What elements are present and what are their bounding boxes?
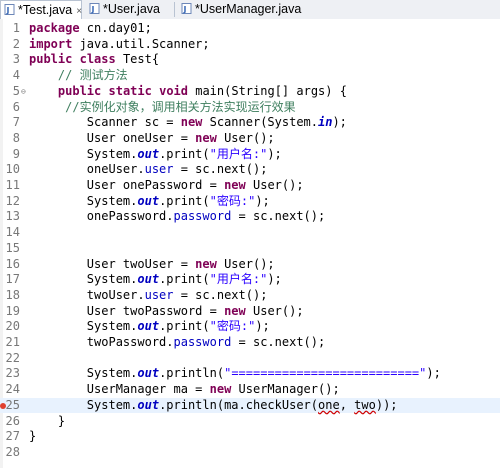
java-file-icon: J <box>4 2 15 15</box>
code-line[interactable]: 26 } <box>0 414 500 430</box>
code-line[interactable]: 18 twoUser.user = sc.next(); <box>0 288 500 304</box>
code-line[interactable]: 22 <box>0 351 500 367</box>
tab-divider <box>174 2 175 17</box>
code-line[interactable]: 15 <box>0 241 500 257</box>
fold-toggle-icon[interactable]: ⊖ <box>21 87 28 95</box>
line-number: 26 <box>5 413 20 428</box>
code-line[interactable]: 12 System.out.print("密码:"); <box>0 194 500 210</box>
code-text: oneUser.user = sc.next(); <box>29 162 268 177</box>
line-number: 8 <box>12 130 20 145</box>
code-line[interactable]: 6 //实例化对象，调用相关方法实现运行效果 <box>0 100 500 116</box>
code-text: twoPassword.password = sc.next(); <box>29 335 326 349</box>
java-file-icon: J <box>89 1 100 14</box>
code-line[interactable]: 23 System.out.println("=================… <box>0 366 500 382</box>
line-number: 18 <box>5 287 20 302</box>
svg-text:J: J <box>183 5 187 14</box>
code-line[interactable]: 21 twoPassword.password = sc.next(); <box>0 335 500 351</box>
code-line[interactable]: 25 System.out.println(ma.checkUser(one, … <box>0 397 500 414</box>
line-number: 6 <box>12 99 20 114</box>
code-line[interactable]: 3 public class Test{ <box>0 52 500 68</box>
line-number: 9 <box>12 146 20 161</box>
code-text: import java.util.Scanner; <box>29 36 210 51</box>
line-number: 20 <box>5 319 20 334</box>
code-line[interactable]: 17 System.out.print("用户名:"); <box>0 272 500 288</box>
line-number: 19 <box>5 303 20 318</box>
svg-text:J: J <box>91 5 95 14</box>
line-number: 22 <box>5 350 20 365</box>
error-marker-icon[interactable] <box>0 402 6 409</box>
tab-label: *Test.java <box>18 3 73 17</box>
code-text: onePassword.password = sc.next(); <box>29 209 326 224</box>
svg-text:J: J <box>6 6 10 15</box>
code-text: //实例化对象，调用相关方法实现运行效果 <box>65 99 296 114</box>
code-line[interactable]: 24 UserManager ma = new UserManager(); <box>0 382 500 398</box>
code-text: System.out.print("用户名:"); <box>29 146 282 161</box>
line-number: 12 <box>5 193 20 208</box>
code-text: System.out.println("====================… <box>29 366 441 381</box>
code-text: public static void main(String[] args) { <box>57 83 347 98</box>
code-text: Scanner sc = new Scanner(System.in); <box>29 115 347 130</box>
code-line[interactable]: 2 import java.util.Scanner; <box>0 37 500 53</box>
line-number: 2 <box>12 36 20 51</box>
code-line[interactable]: 14 <box>0 225 500 241</box>
code-line[interactable]: 10 oneUser.user = sc.next(); <box>0 162 500 178</box>
code-line[interactable]: 1 package cn.day01; <box>0 21 500 37</box>
code-text: System.out.println(ma.checkUser(one, two… <box>29 397 398 412</box>
line-number: 24 <box>5 382 20 397</box>
code-line[interactable]: 9 System.out.print("用户名:"); <box>0 147 500 163</box>
line-number: 7 <box>12 115 20 130</box>
line-number: 27 <box>5 429 20 444</box>
code-text: UserManager ma = new UserManager(); <box>29 382 340 397</box>
code-line[interactable]: 8 User oneUser = new User(); <box>0 131 500 147</box>
line-number: 1 <box>12 21 20 35</box>
line-number: 3 <box>12 52 20 67</box>
code-text: // 测试方法 <box>57 68 128 83</box>
code-text: System.out.print("密码:"); <box>29 193 270 208</box>
line-number: 11 <box>5 178 20 192</box>
code-line[interactable]: 16 User twoUser = new User(); <box>0 257 500 273</box>
code-line[interactable]: 4 // 测试方法 <box>0 68 500 84</box>
line-number: 5 <box>12 83 20 98</box>
code-text: User oneUser = new User(); <box>29 130 275 145</box>
code-text: } <box>29 429 37 444</box>
line-number: 25 <box>5 397 20 412</box>
code-line[interactable]: 20 System.out.print("密码:"); <box>0 319 500 335</box>
code-text: public class Test{ <box>29 52 160 67</box>
code-line[interactable]: 19 User twoPassword = new User(); <box>0 304 500 320</box>
line-number: 14 <box>5 225 20 240</box>
line-number: 28 <box>5 444 20 459</box>
code-line[interactable]: 11 User onePassword = new User(); <box>0 178 500 194</box>
line-number: 23 <box>5 366 20 381</box>
code-text: } <box>29 413 66 428</box>
code-text: package cn.day01; <box>29 21 152 35</box>
code-line[interactable]: 5 ⊖ public static void main(String[] args… <box>0 84 500 100</box>
code-text: System.out.print("密码:"); <box>29 319 270 334</box>
line-number: 13 <box>5 209 20 224</box>
code-text: User twoPassword = new User(); <box>29 303 304 318</box>
java-file-icon: J <box>181 1 192 14</box>
code-line[interactable]: 27} <box>0 429 500 445</box>
tab-label: *UserManager.java <box>195 2 302 16</box>
code-text: twoUser.user = sc.next(); <box>29 287 268 302</box>
close-icon[interactable]: × <box>76 6 82 17</box>
code-text: System.out.print("用户名:"); <box>29 272 282 287</box>
tab-user-java[interactable]: J *User.java <box>86 0 174 19</box>
line-number: 21 <box>5 335 20 349</box>
tab-usermanager-java[interactable]: J *UserManager.java <box>178 0 318 19</box>
code-line[interactable]: 13 onePassword.password = sc.next(); <box>0 209 500 225</box>
code-text: User onePassword = new User(); <box>29 178 304 192</box>
line-number: 15 <box>5 240 20 255</box>
code-line[interactable]: 7 Scanner sc = new Scanner(System.in); <box>0 115 500 131</box>
line-number: 17 <box>5 272 20 287</box>
line-number: 4 <box>12 68 20 83</box>
line-number: 16 <box>5 256 20 271</box>
code-line[interactable]: 28 <box>0 445 500 461</box>
code-text: User twoUser = new User(); <box>29 256 275 271</box>
editor-tab-bar: J *Test.java × J *User.java J *UserManage… <box>0 0 500 20</box>
tab-test-java[interactable]: J *Test.java × <box>0 0 82 19</box>
code-editor[interactable]: 1 package cn.day01; 2 import java.util.Scan… <box>0 19 500 468</box>
line-number: 10 <box>5 162 20 177</box>
tab-label: *User.java <box>103 2 160 16</box>
